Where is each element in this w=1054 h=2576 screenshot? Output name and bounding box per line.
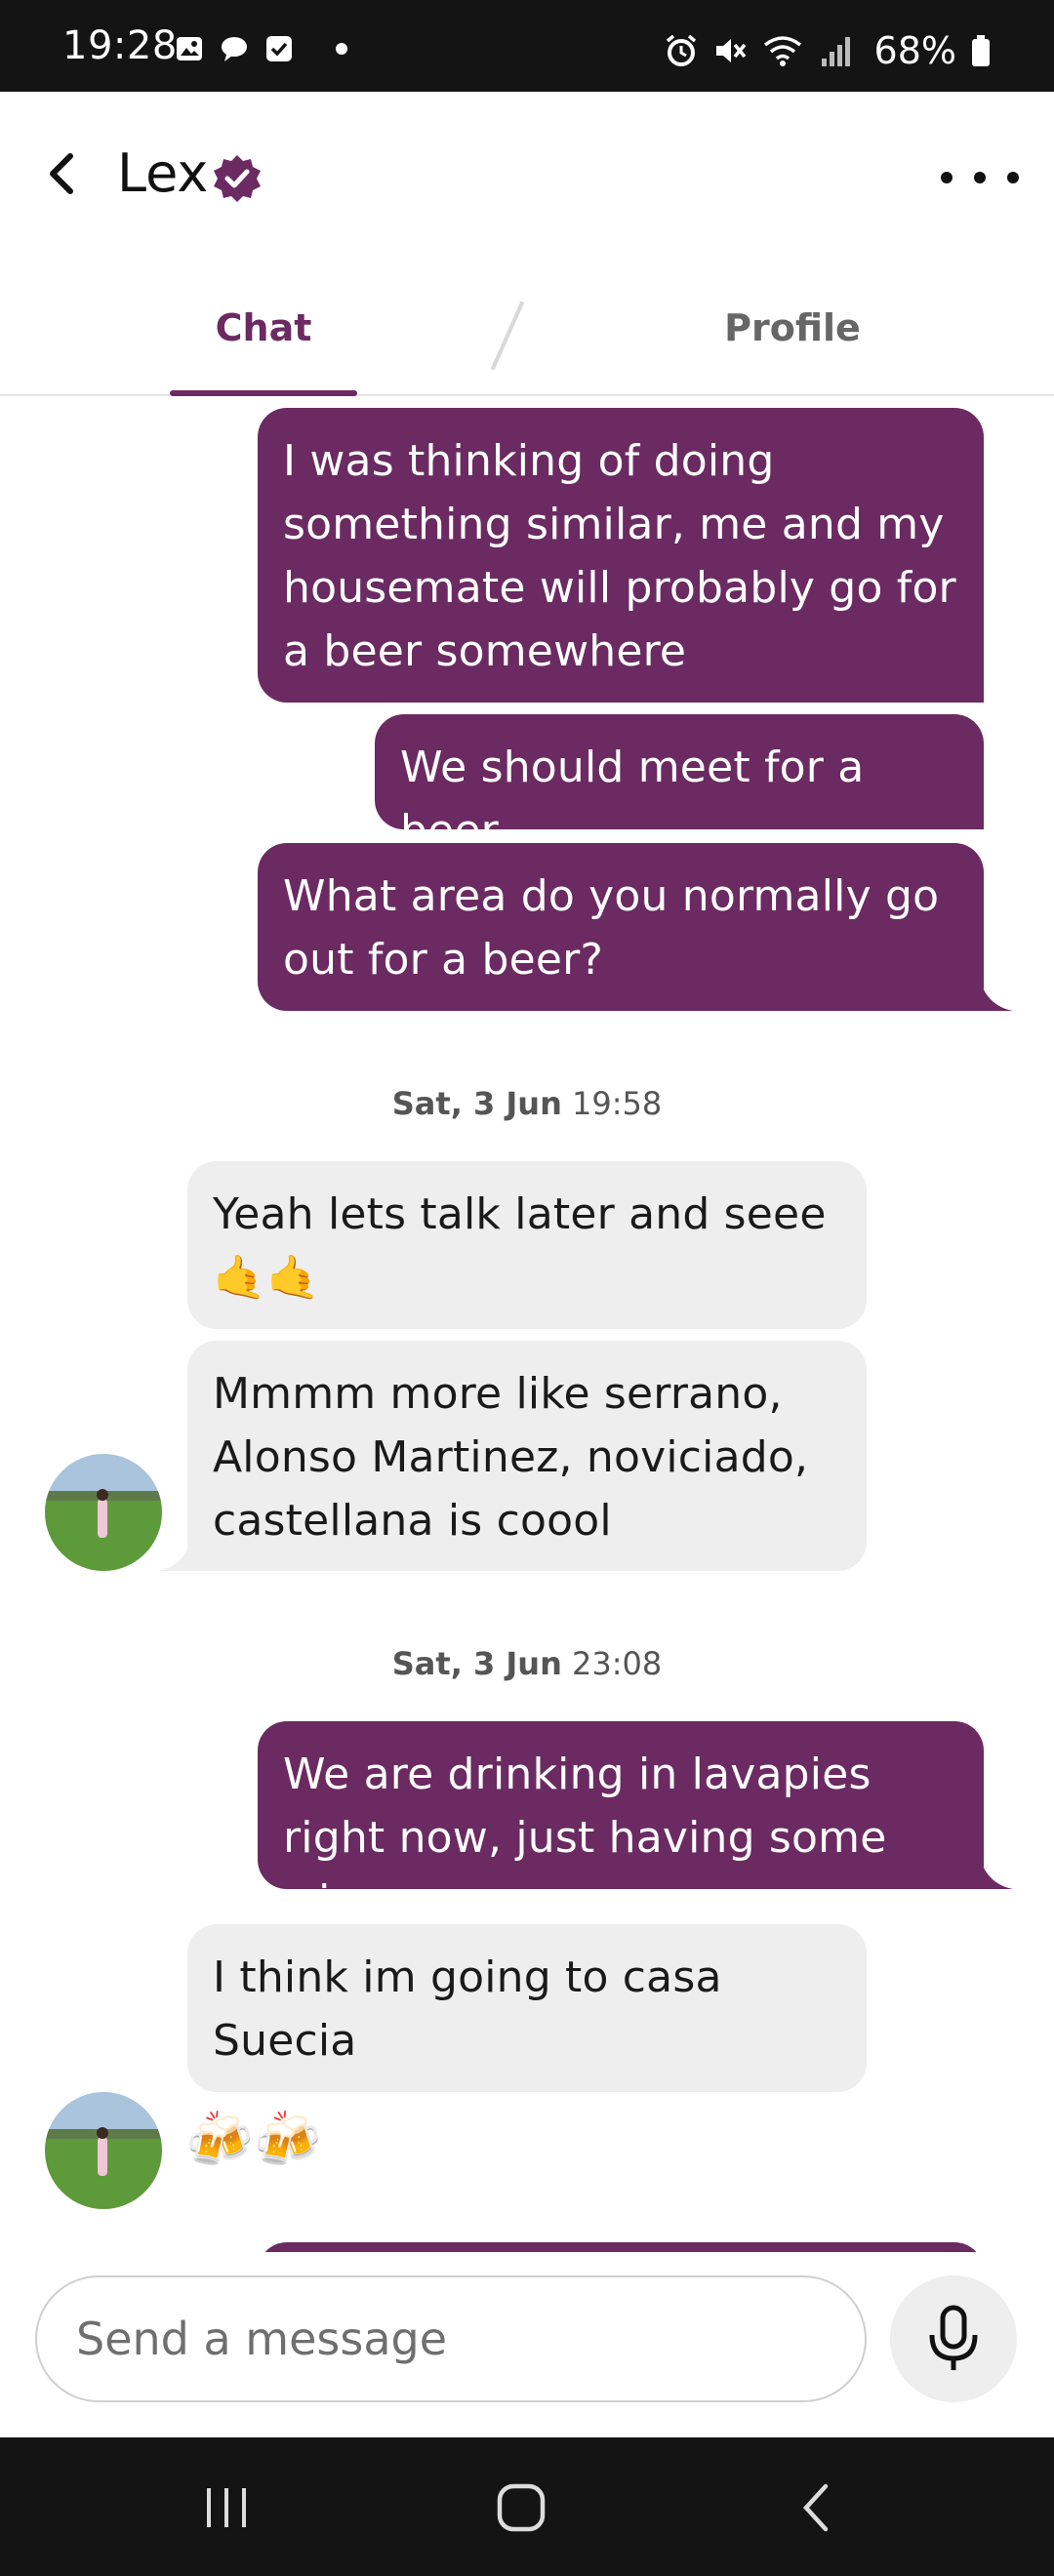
alarm-icon xyxy=(666,34,696,66)
back-button[interactable] xyxy=(35,146,90,201)
status-right-icons: 68% xyxy=(664,29,992,72)
mute-icon xyxy=(715,39,746,62)
message-text: Yeah lets talk later and seee 🤙🤙 xyxy=(213,1189,827,1303)
contact-avatar[interactable] xyxy=(45,1454,162,1571)
message-text: What area do you normally go out for a b… xyxy=(283,871,940,985)
tab-chat[interactable]: Chat xyxy=(170,306,357,349)
date-day: Sat, 3 Jun xyxy=(391,1085,562,1122)
message-outgoing[interactable]: We are drinking in lavapies right now, j… xyxy=(258,1721,984,1926)
message-incoming[interactable]: Mmmm more like serrano, Alonso Martinez,… xyxy=(187,1341,867,1571)
bubble-tail xyxy=(978,1850,1013,1889)
message-outgoing[interactable]: We should meet for a beer xyxy=(375,714,984,856)
avatar-photo-icon xyxy=(45,1454,162,1571)
active-tab-indicator xyxy=(170,390,357,396)
system-nav-bar xyxy=(0,2437,1054,2576)
back-nav-button[interactable] xyxy=(777,2476,855,2539)
tab-profile[interactable]: Profile xyxy=(699,306,886,349)
message-text: I was thinking of doing something simila… xyxy=(283,436,956,676)
status-time: 19:28 xyxy=(62,23,178,68)
contact-avatar[interactable] xyxy=(45,2092,162,2209)
emoji-message[interactable]: 🍻🍻 xyxy=(185,2108,321,2172)
message-incoming[interactable]: Yeah lets talk later and seee 🤙🤙 xyxy=(187,1161,867,1329)
microphone-icon xyxy=(929,2305,978,2370)
recent-apps-icon xyxy=(207,2488,246,2527)
message-outgoing-partial xyxy=(258,2242,984,2252)
voice-message-button[interactable] xyxy=(890,2275,1017,2402)
contact-name[interactable]: Lex xyxy=(117,142,208,204)
tab-divider xyxy=(490,301,525,371)
message-incoming[interactable]: I think im going to casa Suecia xyxy=(187,1924,867,2092)
home-button[interactable] xyxy=(482,2476,560,2539)
battery-icon xyxy=(972,35,990,66)
message-text: I think im going to casa Suecia xyxy=(213,1952,722,2066)
date-day: Sat, 3 Jun xyxy=(391,1645,562,1682)
more-dot-icon xyxy=(974,172,986,183)
back-arrow-icon xyxy=(50,153,73,194)
chat-header: Lex xyxy=(0,92,1054,269)
recent-apps-button[interactable] xyxy=(187,2476,265,2539)
signal-icon xyxy=(821,37,850,66)
message-text: We are drinking in lavapies right now, j… xyxy=(283,1750,887,1926)
message-text: Mmmm more like serrano, Alonso Martinez,… xyxy=(213,1369,809,1546)
bubble-tail xyxy=(158,1532,193,1571)
avatar-photo-icon xyxy=(45,2092,162,2209)
message-list[interactable]: I was thinking of doing something simila… xyxy=(0,398,1054,2252)
back-nav-icon xyxy=(802,2483,829,2532)
date-time: 23:08 xyxy=(572,1645,663,1682)
date-time: 19:58 xyxy=(572,1085,663,1122)
wifi-icon xyxy=(763,36,801,66)
date-separator: Sat, 3 Jun 23:08 xyxy=(0,1645,1054,1682)
message-text: We should meet for a beer xyxy=(400,743,865,856)
battery-percent: 68% xyxy=(873,29,956,72)
more-dot-icon xyxy=(941,172,953,183)
date-separator: Sat, 3 Jun 19:58 xyxy=(0,1085,1054,1122)
message-outgoing[interactable]: What area do you normally go out for a b… xyxy=(258,843,984,1011)
status-left-icons xyxy=(174,33,347,64)
status-bar: 19:28 68% xyxy=(0,0,1054,92)
tab-bar: Chat Profile xyxy=(0,269,1054,396)
message-input[interactable] xyxy=(35,2275,867,2402)
bubble-tail xyxy=(978,972,1013,1011)
notification-dot-icon xyxy=(336,43,347,55)
message-composer xyxy=(0,2252,1054,2437)
checkbox-icon xyxy=(266,36,292,61)
more-options-button[interactable] xyxy=(941,158,1019,197)
chat-icon xyxy=(222,37,247,61)
verified-badge-icon xyxy=(214,155,261,202)
message-text: 🍻🍻 xyxy=(185,2109,322,2172)
gallery-icon xyxy=(177,37,202,60)
home-icon xyxy=(497,2483,546,2532)
message-outgoing[interactable]: I was thinking of doing something simila… xyxy=(258,408,984,703)
more-dot-icon xyxy=(1007,172,1019,183)
